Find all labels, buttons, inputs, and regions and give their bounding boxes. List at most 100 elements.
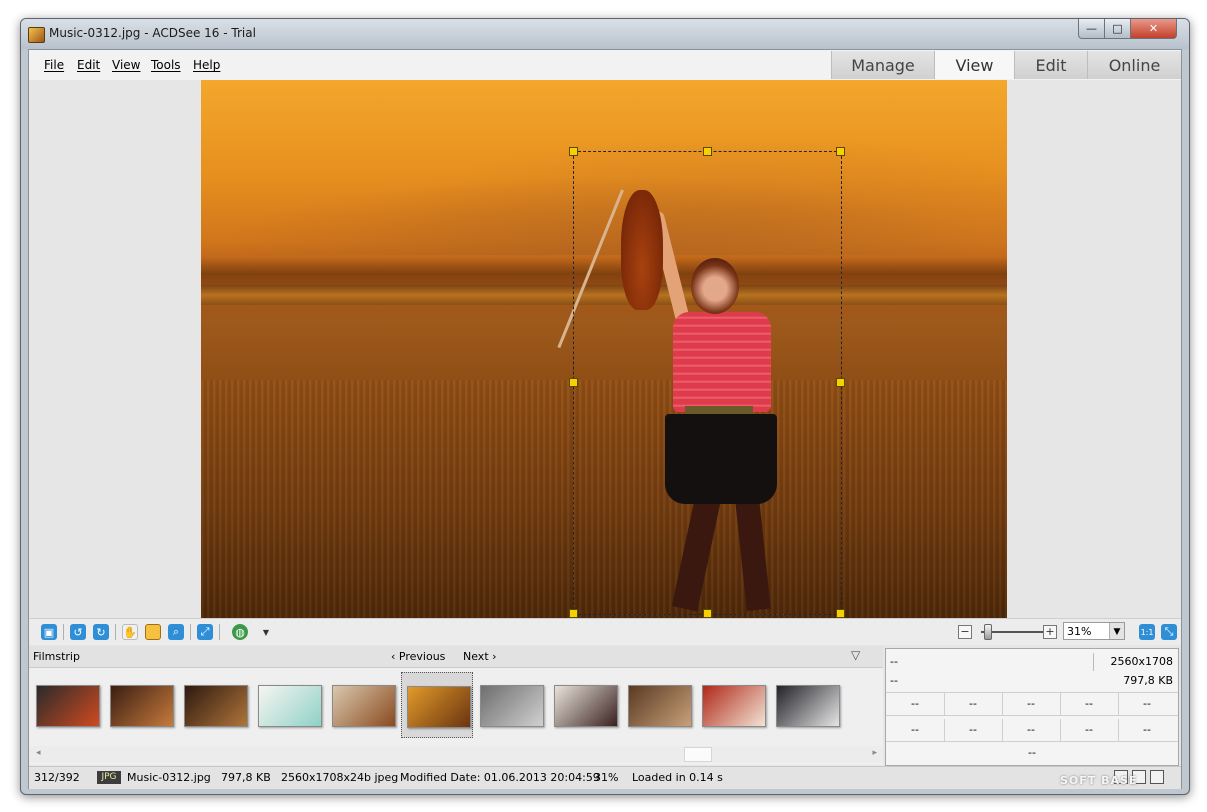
share-dropdown-icon[interactable]: ▼ [258,624,274,640]
thumbnail-image [258,685,322,727]
selection-handle-ne[interactable] [836,147,845,156]
info-cell: -- [1143,723,1151,736]
selection-handle-n[interactable] [703,147,712,156]
filmstrip-collapse-icon[interactable]: ▽ [851,648,860,662]
zoom-slider-thumb[interactable] [984,624,992,640]
toolbar-separator [115,624,116,640]
thumbnail-image [184,685,248,727]
tab-edit[interactable]: Edit [1014,51,1087,79]
info-field: -- [890,674,898,687]
selection-handle-w[interactable] [569,378,578,387]
fit-image-icon[interactable]: ⤡ [1161,624,1177,640]
selection-handle-nw[interactable] [569,147,578,156]
zoom-level-value: 31% [1067,625,1092,638]
minimize-button[interactable]: — [1078,19,1105,39]
info-row-2: -- 797,8 KB [886,670,1178,693]
info-cell: -- [1060,693,1119,715]
title-bar[interactable]: Music-0312.jpg - ACDSee 16 - Trial — □ ✕ [21,19,1189,49]
file-size: 797,8 KB [1123,674,1173,687]
filmstrip-thumbnail[interactable] [401,672,473,738]
zoom-in-button[interactable]: + [1043,625,1057,639]
photo-violinist-in-field[interactable] [201,80,1007,618]
selection-tool-icon[interactable] [145,624,161,640]
thumbnail-image [332,685,396,727]
info-cell: -- [1143,697,1151,710]
thumbnail-image [776,685,840,727]
toolbar-separator [190,624,191,640]
menu-tools[interactable]: Tools [151,58,181,72]
file-format-badge: JPG [97,771,121,784]
selection-handle-se[interactable] [836,609,845,618]
info-divider [1093,653,1094,671]
view-mode-icon[interactable]: ▣ [41,624,57,640]
image-viewer[interactable] [29,80,1181,618]
menu-file[interactable]: File [44,58,64,72]
info-row-bottom: -- [886,743,1178,763]
close-button[interactable]: ✕ [1130,19,1177,39]
status-image-info: 2560x1708x24b jpeg [281,771,399,784]
viewer-toolbar: ▣ ↺ ↻ ✋ ⌕ ⤢ ◍ ▼ − + 31% ▼ 1:1 ⤡ [29,618,1181,645]
status-zoom: 31% [594,771,619,784]
zoom-dropdown-arrow-icon[interactable]: ▼ [1109,623,1124,639]
filmstrip-thumbnail[interactable] [31,672,103,738]
filmstrip-header: Filmstrip ‹ Previous Next › ▽ [29,646,883,668]
info-cell: -- [944,719,1003,741]
tab-online[interactable]: Online [1087,51,1181,79]
thumbnail-image [702,685,766,727]
filmstrip-thumbnail[interactable] [623,672,695,738]
filmstrip-thumbnail[interactable] [105,672,177,738]
info-cell: -- [1002,719,1061,741]
image-index: 312/392 [34,771,80,784]
info-cell: -- [886,719,945,741]
menu-edit[interactable]: Edit [77,58,100,72]
zoom-tool-icon[interactable]: ⌕ [168,624,184,640]
scroll-left-arrow-icon[interactable]: ◂ [36,748,41,758]
info-field: -- [890,655,898,668]
rotate-left-icon[interactable]: ↺ [70,624,86,640]
client-area: File Edit View Tools Help Manage View Ed… [28,49,1182,789]
menu-help[interactable]: Help [193,58,220,72]
full-screen-icon[interactable]: ⤢ [197,624,213,640]
filmstrip-thumbnail[interactable] [697,672,769,738]
rotate-right-icon[interactable]: ↻ [93,624,109,640]
selection-handle-s[interactable] [703,609,712,618]
share-globe-icon[interactable]: ◍ [232,624,248,640]
zoom-level-select[interactable]: 31% ▼ [1063,622,1125,640]
previous-label: Previous [398,650,446,663]
selection-rectangle[interactable] [573,151,842,615]
next-button[interactable]: Next › [463,650,497,663]
selection-handle-e[interactable] [836,378,845,387]
menu-view[interactable]: View [112,58,140,72]
zoom-out-button[interactable]: − [958,625,972,639]
selection-handle-sw[interactable] [569,609,578,618]
filmstrip-thumbnail[interactable] [327,672,399,738]
info-cell: -- [1002,693,1061,715]
app-window: Music-0312.jpg - ACDSee 16 - Trial — □ ✕… [20,18,1190,795]
filmstrip-scroll-thumb[interactable] [684,747,712,762]
thumbnail-image [36,685,100,727]
image-dimensions: 2560x1708 [1110,655,1174,668]
filmstrip-thumbnail[interactable] [179,672,251,738]
info-grid-row-1: -- -- -- -- -- [886,693,1178,716]
filmstrip-thumbnail[interactable] [771,672,843,738]
filmstrip-thumbnail[interactable] [253,672,325,738]
filmstrip-thumbnail[interactable] [549,672,621,738]
chevron-right-icon: › [488,650,497,663]
hand-tool-icon[interactable]: ✋ [122,624,138,640]
status-filename: Music-0312.jpg [127,771,211,784]
tab-manage[interactable]: Manage [831,51,934,79]
toolbar-separator [63,624,64,640]
toolbar-separator [219,624,220,640]
maximize-button[interactable]: □ [1104,19,1131,39]
filmstrip-thumbnail[interactable] [475,672,547,738]
softbase-watermark: SOFT BASE [1060,774,1138,787]
status-bar: 312/392 JPG Music-0312.jpg 797,8 KB 2560… [29,766,1181,789]
view-check-icon[interactable] [1150,770,1164,784]
previous-button[interactable]: ‹ Previous [391,650,445,663]
info-cell: -- [886,693,945,715]
tab-view[interactable]: View [934,51,1014,79]
filmstrip-panel: Filmstrip ‹ Previous Next › ▽ ◂ ▸ [29,646,883,765]
actual-size-button[interactable]: 1:1 [1139,624,1155,640]
filmstrip-scrollbar[interactable]: ◂ ▸ [29,746,883,762]
scroll-right-arrow-icon[interactable]: ▸ [872,748,877,758]
